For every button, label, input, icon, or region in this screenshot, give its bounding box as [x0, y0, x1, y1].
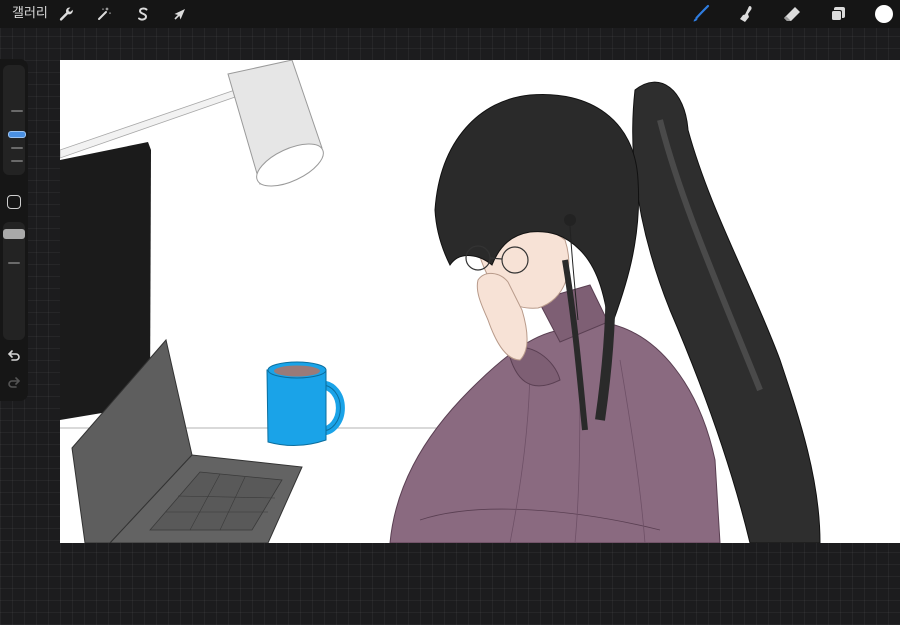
selection-s-icon[interactable] — [133, 4, 153, 24]
top-toolbar: 갤러리 — [0, 0, 900, 28]
eraser-icon[interactable] — [780, 3, 804, 25]
opacity-tick — [8, 262, 20, 264]
arrow-cursor-icon[interactable] — [170, 4, 190, 24]
mug — [266, 361, 345, 446]
earbud — [564, 214, 576, 226]
size-tick — [11, 147, 23, 149]
undo-icon[interactable] — [6, 348, 22, 364]
brush-opacity-slider[interactable] — [3, 222, 25, 340]
magic-wand-icon[interactable] — [94, 4, 114, 24]
brush-size-handle[interactable] — [8, 131, 26, 138]
color-picker-swatch[interactable] — [875, 5, 893, 23]
layers-icon[interactable] — [826, 3, 850, 25]
sweater — [389, 321, 721, 543]
wrench-icon[interactable] — [56, 4, 76, 24]
brush-size-slider[interactable] — [3, 65, 26, 175]
size-tick — [11, 160, 23, 162]
drawing-canvas[interactable] — [60, 60, 900, 543]
left-sidebar — [0, 59, 28, 401]
smudge-finger-icon[interactable] — [734, 3, 758, 25]
brush-icon[interactable] — [689, 3, 713, 25]
modify-square-icon[interactable] — [7, 195, 21, 209]
redo-icon — [8, 377, 21, 388]
gallery-button[interactable]: 갤러리 — [12, 5, 48, 23]
brush-opacity-handle[interactable] — [3, 229, 25, 239]
artwork — [60, 60, 821, 543]
size-tick — [11, 110, 23, 112]
